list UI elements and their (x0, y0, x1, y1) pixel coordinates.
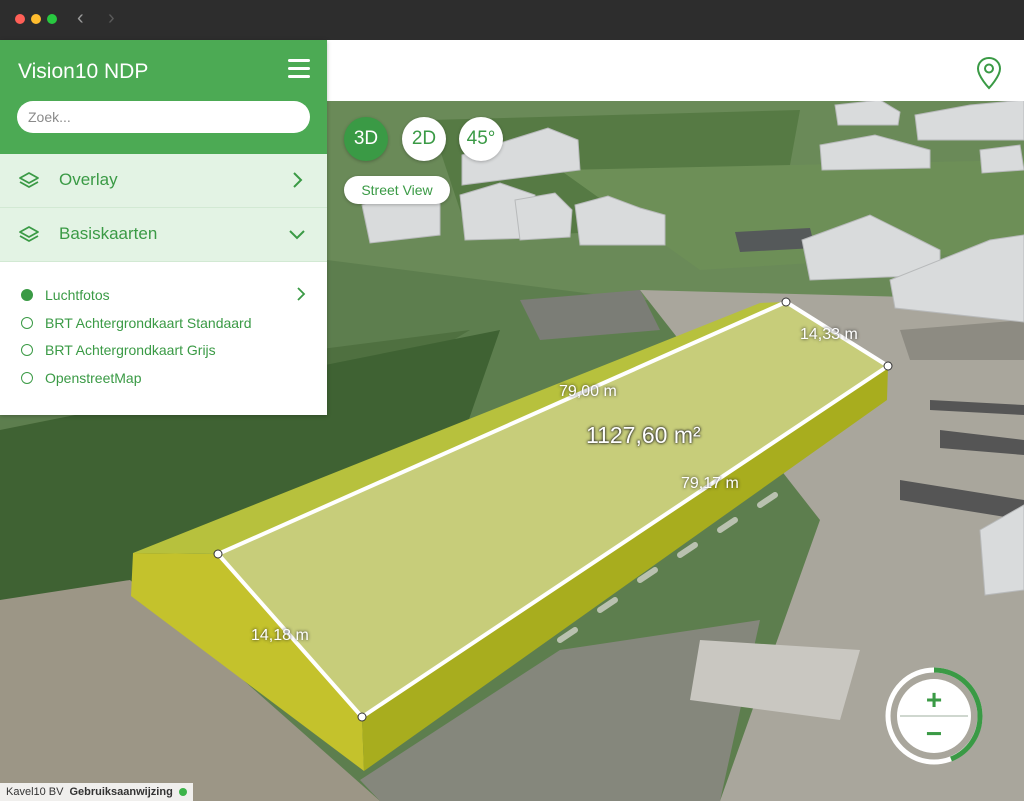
zoom-in-label: + (926, 684, 942, 715)
basemap-option-brt-standaard[interactable]: BRT Achtergrondkaart Standaard (0, 314, 327, 342)
layers-icon (19, 226, 39, 242)
chevron-right-icon (293, 172, 303, 188)
view-2d-button[interactable]: 2D (402, 117, 446, 161)
basemap-label: Luchtfotos (45, 287, 110, 303)
forward-arrow-icon[interactable]: › (108, 8, 115, 28)
layers-icon (19, 172, 39, 188)
radio-selected[interactable] (21, 289, 33, 301)
manual-link[interactable]: Gebruiksaanwijzing (69, 786, 172, 798)
view-45-button[interactable]: 45° (459, 117, 503, 161)
maximize-window-button[interactable] (47, 14, 57, 24)
measurement-edge-label: 14,18 m (251, 627, 309, 644)
radio-button[interactable] (21, 344, 33, 356)
back-arrow-icon[interactable]: ‹ (77, 8, 84, 28)
search-input[interactable] (17, 101, 310, 133)
zoom-in-button[interactable]: + (926, 684, 942, 715)
basemap-option-openstreetmap[interactable]: OpenstreetMap (0, 369, 327, 397)
basemap-label: BRT Achtergrondkaart Standaard (45, 314, 252, 331)
company-label: Kavel10 BV (6, 786, 64, 798)
measurement-edge-label: 79,00 m (559, 383, 617, 400)
map-topbar (327, 40, 1024, 101)
basiskaarten-menu-item[interactable]: Basiskaarten (0, 208, 327, 262)
close-window-button[interactable] (15, 14, 25, 24)
radio-button[interactable] (21, 316, 33, 329)
basemap-label: OpenstreetMap (45, 369, 142, 386)
overlay-label: Overlay (59, 170, 118, 189)
radio-button[interactable] (21, 371, 33, 384)
zoom-out-label: − (926, 718, 942, 749)
street-view-button[interactable]: Street View (344, 176, 450, 204)
chevron-down-icon (289, 230, 305, 240)
measurement-area-label: 1127,60 m² (586, 422, 701, 448)
basemap-list: Luchtfotos BRT Achtergrondkaart Standaar… (0, 262, 327, 396)
map-footer: Kavel10 BV Gebruiksaanwijzing (0, 783, 193, 801)
location-pin-icon[interactable] (976, 56, 1002, 90)
basemap-option-luchtfotos[interactable]: Luchtfotos (0, 286, 327, 314)
basemap-label: BRT Achtergrondkaart Grijs (45, 342, 216, 358)
hamburger-icon[interactable] (288, 59, 310, 81)
chevron-right-icon[interactable] (294, 287, 308, 301)
basemap-option-brt-grijs[interactable]: BRT Achtergrondkaart Grijs (0, 341, 327, 369)
measurement-edge-label: 79,17 m (681, 475, 739, 492)
minimize-window-button[interactable] (31, 14, 41, 24)
browser-titlebar: ‹ › (0, 0, 1024, 40)
zoom-control: + − (885, 667, 983, 765)
side-panel: Vision10 NDP Overlay Basiskaarten Luchtf… (0, 40, 327, 415)
view-3d-button[interactable]: 3D (344, 117, 388, 161)
status-dot (178, 788, 187, 796)
basiskaarten-label: Basiskaarten (59, 224, 158, 243)
zoom-out-button[interactable]: − (926, 718, 942, 749)
app-title: Vision10 NDP (18, 60, 149, 83)
measurement-edge-label: 14,33 m (800, 326, 858, 343)
panel-header: Vision10 NDP (0, 40, 327, 154)
overlay-menu-item[interactable]: Overlay (0, 154, 327, 208)
